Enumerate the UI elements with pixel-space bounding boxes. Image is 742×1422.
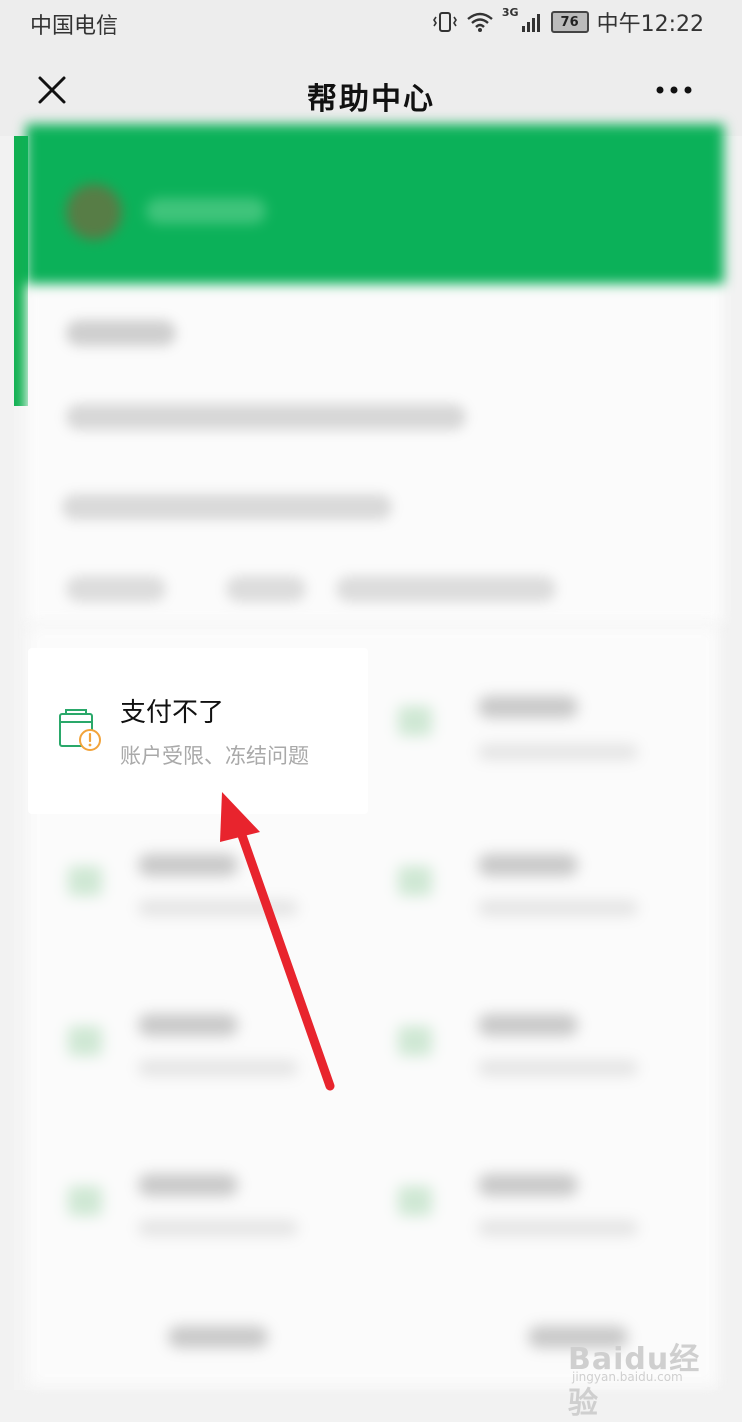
blurred-text — [66, 404, 466, 430]
nav-bar: 帮助中心 — [0, 44, 742, 136]
blurred-text — [138, 1220, 298, 1236]
blurred-icon — [398, 1186, 432, 1216]
watermark-url: jingyan.baidu.com — [572, 1370, 683, 1384]
more-options-button[interactable] — [654, 78, 694, 102]
annotation-arrow-icon — [220, 792, 335, 1091]
blurred-text — [478, 900, 638, 916]
blurred-text — [478, 854, 578, 876]
blurred-text — [146, 198, 266, 224]
baidu-watermark: Baidu经验 jingyan.baidu.com — [566, 1324, 716, 1421]
blurred-account-card — [26, 124, 724, 624]
status-bar: 中国电信 3G 76 中午12:22 — [0, 0, 742, 44]
vibrate-icon — [432, 12, 457, 32]
avatar — [66, 184, 122, 240]
blurred-text — [478, 1060, 638, 1076]
blurred-icon — [68, 1026, 102, 1056]
blurred-icon — [68, 1186, 102, 1216]
blurred-text — [336, 576, 556, 602]
blurred-text — [478, 1220, 638, 1236]
blurred-icon — [398, 1026, 432, 1056]
network-type-label: 3G — [501, 6, 519, 19]
blurred-text — [66, 576, 166, 602]
blurred-icon — [68, 866, 102, 896]
page-title: 帮助中心 — [307, 82, 435, 117]
blurred-text — [66, 320, 176, 346]
blurred-text — [62, 494, 392, 520]
carrier-label: 中国电信 — [30, 14, 119, 39]
blurred-text — [478, 744, 638, 760]
status-icons: 3G 76 中午12:22 — [432, 6, 704, 38]
blurred-text — [478, 1174, 578, 1196]
blurred-text — [226, 576, 306, 602]
blurred-text — [478, 1014, 578, 1036]
help-item-subtitle: 账户受限、冻结问题 — [120, 744, 309, 768]
blurred-text — [168, 1326, 268, 1348]
wallet-warning-icon — [59, 709, 101, 751]
blurred-icon — [398, 866, 432, 896]
blurred-card-header — [26, 124, 724, 284]
clock-label: 中午12:22 — [596, 12, 704, 37]
blurred-text — [478, 696, 578, 718]
signal-icon — [521, 14, 540, 32]
blurred-icon — [398, 706, 432, 736]
wifi-icon — [467, 12, 493, 32]
battery-icon: 76 — [550, 11, 589, 33]
blurred-text — [138, 1174, 238, 1196]
help-item-title: 支付不了 — [120, 698, 225, 728]
